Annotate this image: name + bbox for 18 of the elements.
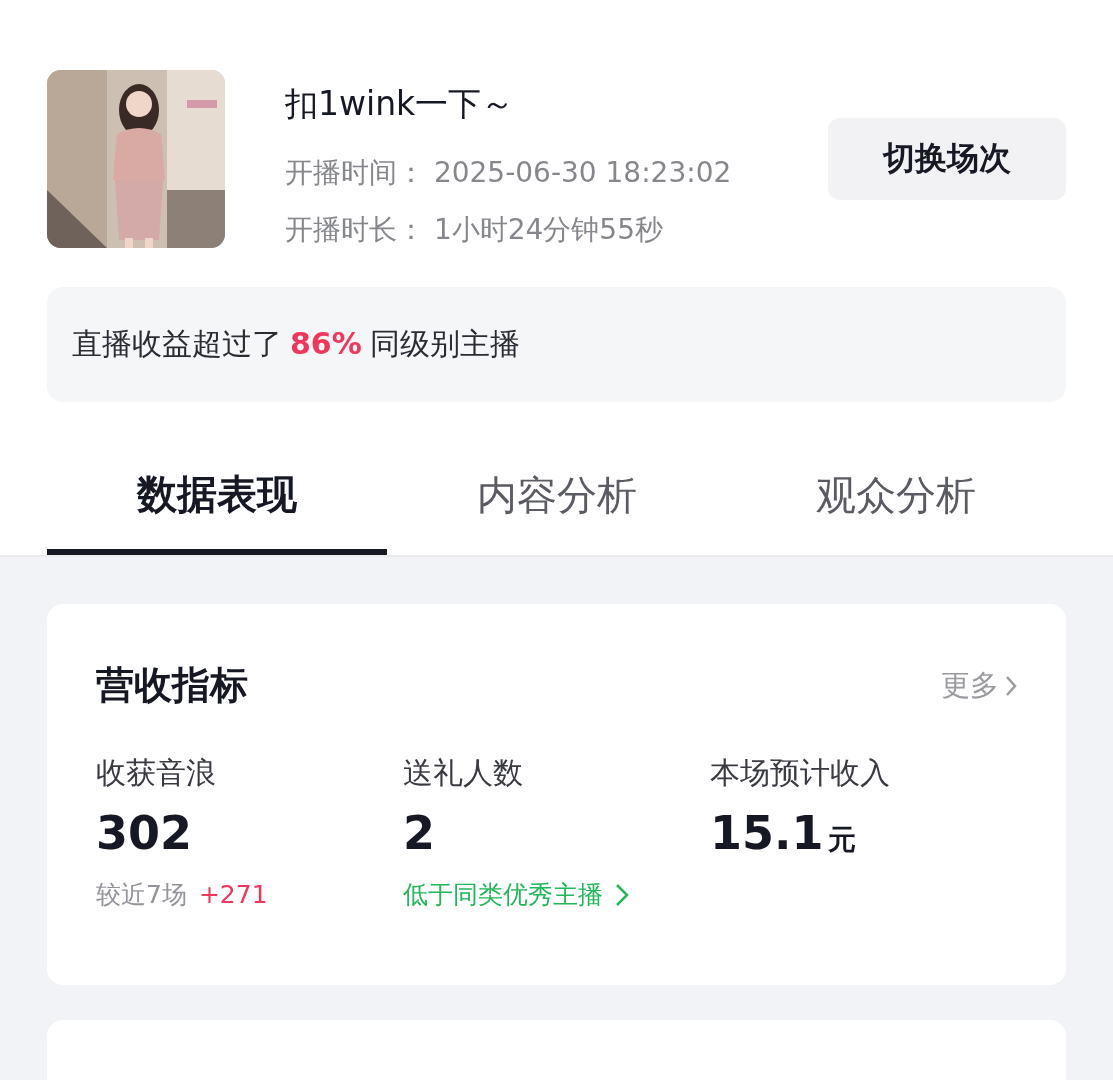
start-time-text: 开播时间： 2025-06-30 18:23:02 (285, 155, 733, 191)
duration-text: 开播时长： 1小时24分钟55秒 (285, 212, 664, 248)
stream-title: 扣1wink一下～ (285, 84, 516, 124)
metric-label: 收获音浪 (96, 754, 217, 792)
metric-value: 2 (403, 806, 436, 860)
metric-value: 302 (96, 806, 194, 860)
chevron-icon (615, 882, 629, 907)
comparison-delta: +271 (198, 880, 268, 909)
tab[interactable]: 观众分析 (726, 440, 1066, 555)
chevron-icon (1005, 674, 1017, 697)
metric-value: 15.1 元 (710, 806, 857, 860)
tab[interactable]: 内容分析 (386, 440, 727, 555)
card-title: 营收指标 (96, 662, 248, 709)
metric-label: 送礼人数 (403, 754, 524, 792)
switch-session-button[interactable]: 切换场次 (828, 118, 1066, 200)
ranking-text: 直播收益超过了 86% 同级别主播 (72, 325, 520, 363)
metric-label: 本场预计收入 (710, 754, 891, 792)
comparison-label: 较近7场 (96, 879, 187, 911)
